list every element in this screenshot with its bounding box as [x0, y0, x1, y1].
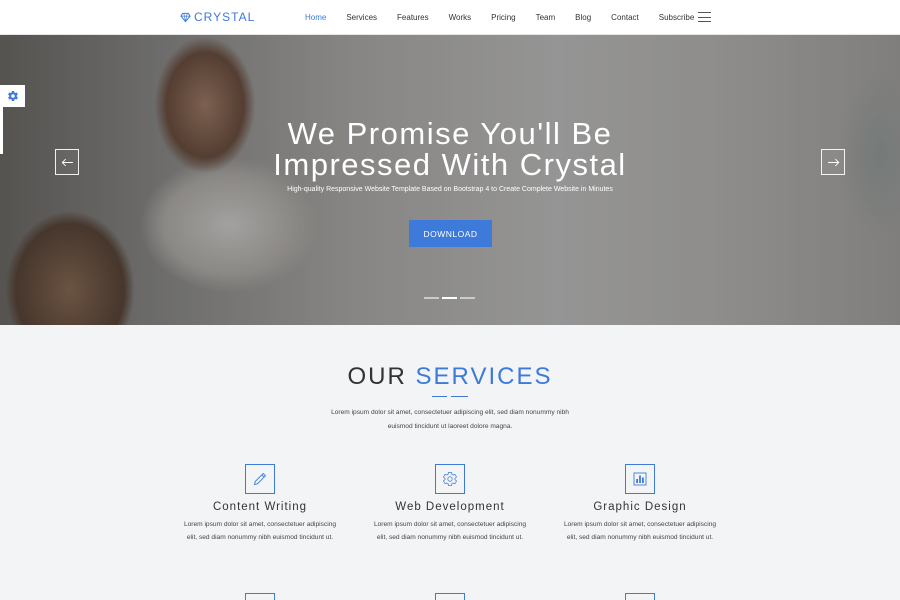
service-title: Content Writing [212, 501, 308, 513]
gear-icon [443, 471, 457, 487]
hamburger-line [698, 16, 711, 18]
service-text: Lorem ipsum dolor sit amet, consectetuer… [183, 521, 337, 541]
title-underline [432, 396, 447, 397]
service-text: Lorem ipsum dolor sit amet, consectetuer… [373, 521, 527, 541]
slide-indicator-2[interactable] [442, 297, 457, 299]
service-card-content-writing: Content Writing Lorem ipsum dolor sit am… [170, 464, 350, 544]
nav-link-features[interactable]: Features [397, 13, 429, 22]
slide-indicator-3[interactable] [460, 297, 475, 299]
nav-link-contact[interactable]: Contact [611, 13, 639, 22]
brand-name: CRYSTAL [194, 10, 256, 24]
arrow-right-icon [827, 158, 839, 166]
diamond-icon [180, 12, 191, 22]
title-underline [451, 396, 468, 397]
services-description: Lorem ipsum dolor sit amet, consectetuer… [331, 409, 569, 430]
slide-indicator-1[interactable] [424, 297, 439, 299]
service-icon-box [245, 464, 275, 494]
service-title: Web Development [395, 501, 505, 513]
slider-prev-button[interactable] [55, 149, 79, 175]
bar-chart-icon [633, 472, 647, 486]
nav-link-services[interactable]: Services [346, 13, 377, 22]
settings-toggle[interactable] [0, 85, 25, 107]
main-nav: Home Services Features Works Pricing Tea… [295, 0, 704, 35]
hero-content: We Promise You'll Be Impressed With Crys… [0, 35, 900, 325]
hamburger-line [698, 21, 711, 22]
slider-indicators [424, 297, 475, 299]
service-icon-box [625, 593, 655, 600]
services-title-part1: OUR [347, 363, 407, 390]
nav-link-pricing[interactable]: Pricing [491, 13, 515, 22]
nav-link-home[interactable]: Home [305, 13, 326, 22]
hero-subtitle: High-quality Responsive Website Template… [287, 186, 613, 193]
service-title: Graphic Design [593, 501, 687, 513]
hamburger-line [698, 12, 711, 13]
download-button[interactable]: DOWNLOAD [409, 220, 492, 247]
nav-link-team[interactable]: Team [536, 13, 556, 22]
hero-title: We Promise You'll Be Impressed With Crys… [273, 116, 627, 182]
navbar: CRYSTAL Home Services Features Works Pri… [0, 0, 900, 35]
nav-link-blog[interactable]: Blog [575, 13, 591, 22]
service-text: Lorem ipsum dolor sit amet, consectetuer… [563, 521, 717, 541]
slider-next-button[interactable] [821, 149, 845, 175]
service-card-web-development: Web Development Lorem ipsum dolor sit am… [360, 464, 540, 544]
arrow-left-icon [61, 158, 73, 166]
service-icon-box [245, 593, 275, 600]
nav-link-works[interactable]: Works [449, 13, 472, 22]
service-card-graphic-design: Graphic Design Lorem ipsum dolor sit ame… [550, 464, 730, 544]
hamburger-icon[interactable] [698, 12, 711, 22]
service-icon-box [435, 593, 465, 600]
hero-slider: We Promise You'll Be Impressed With Crys… [0, 35, 900, 325]
brand-logo[interactable]: CRYSTAL [180, 10, 255, 24]
service-icon-box [625, 464, 655, 494]
services-title: OUR SERVICES [0, 363, 900, 391]
service-icon-box [435, 464, 465, 494]
gear-icon [7, 91, 18, 102]
services-title-part2: SERVICES [415, 363, 553, 390]
nav-link-subscribe[interactable]: Subscribe [659, 13, 695, 22]
settings-panel-edge [0, 107, 3, 154]
pencil-icon [253, 472, 267, 486]
